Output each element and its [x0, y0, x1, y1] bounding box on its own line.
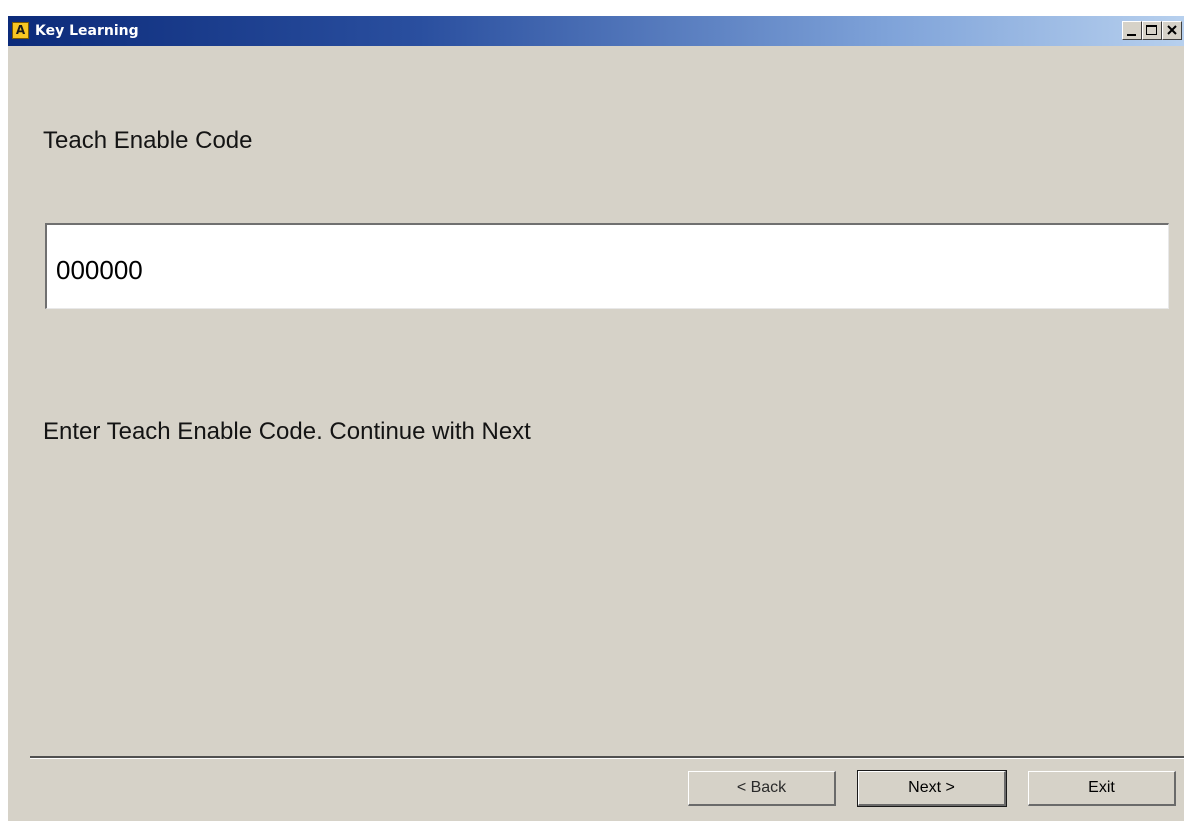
close-icon[interactable]: [1162, 21, 1182, 40]
footer-divider: [30, 756, 1184, 759]
instruction-text: Enter Teach Enable Code. Continue with N…: [43, 418, 531, 445]
exit-button[interactable]: Exit: [1028, 771, 1176, 806]
app-icon: A: [12, 22, 29, 39]
wizard-window: A Key Learning Teach Enable Code Enter T…: [8, 16, 1184, 821]
next-button[interactable]: Next >: [857, 770, 1007, 807]
page-title: Teach Enable Code: [43, 127, 253, 154]
window-title: Key Learning: [35, 23, 139, 39]
minimize-icon[interactable]: [1122, 21, 1142, 40]
back-button[interactable]: < Back: [688, 771, 836, 806]
maximize-icon[interactable]: [1142, 21, 1162, 40]
teach-enable-code-input[interactable]: [45, 223, 1169, 309]
title-bar[interactable]: A Key Learning: [8, 16, 1184, 46]
